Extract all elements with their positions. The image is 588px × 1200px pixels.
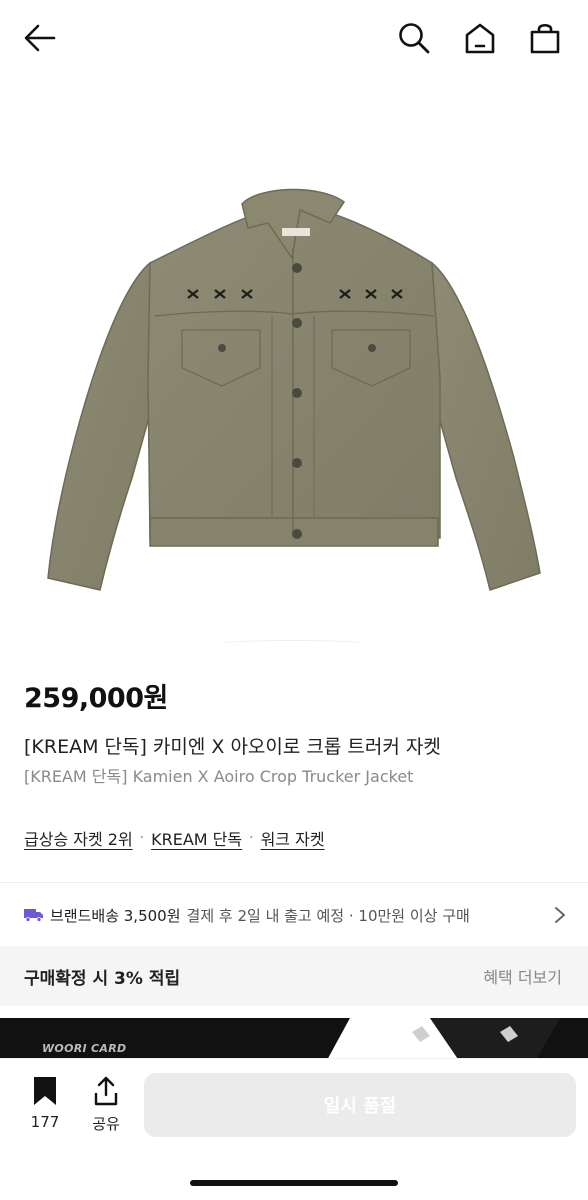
truck-icon (24, 909, 43, 922)
share-label: 공유 (92, 1115, 120, 1133)
tag-separator: · (139, 830, 145, 846)
search-button[interactable] (396, 20, 432, 56)
reward-label: 구매확정 시 3% 적립 (24, 968, 181, 989)
card-brand-label: WOORI CARD (42, 1042, 127, 1055)
product-tags: 급상승 자켓 2위 · KREAM 단독 · 워크 자켓 (24, 826, 325, 850)
back-button[interactable] (22, 20, 58, 56)
more-benefits-link[interactable]: 혜택 더보기 (483, 964, 562, 988)
product-price: 259,000원 (24, 683, 168, 714)
bookmark-count: 177 (30, 1113, 60, 1131)
bookmark-icon (34, 1077, 56, 1105)
section-divider (0, 882, 588, 883)
shopping-bag-icon (530, 23, 560, 54)
card-banner-art (326, 1018, 560, 1062)
tag-link[interactable]: 워크 자켓 (261, 826, 325, 850)
chevron-right-icon (555, 907, 565, 923)
home-icon (465, 23, 495, 54)
sold-out-button[interactable]: 일시 품절 (144, 1073, 576, 1137)
product-image[interactable] (0, 78, 588, 648)
tag-separator: · (249, 830, 254, 846)
shipping-detail: 결제 후 2일 내 출고 예정 · 10만원 이상 구매 (186, 906, 470, 925)
image-pager-indicator (218, 640, 368, 648)
home-indicator (190, 1180, 398, 1186)
tag-link[interactable]: KREAM 단독 (151, 826, 242, 850)
search-icon (399, 23, 430, 54)
share-button[interactable]: 공유 (86, 1075, 126, 1134)
bottom-action-bar: 177 공유 일시 품절 (0, 1058, 588, 1200)
product-title-english: [KREAM 단독] Kamien X Aoiro Crop Trucker J… (24, 767, 414, 786)
share-icon (94, 1076, 118, 1106)
purchase-reward-row: 구매확정 시 3% 적립 혜택 더보기 (0, 946, 588, 1006)
jacket-illustration (47, 188, 541, 591)
home-button[interactable] (462, 20, 498, 56)
shipping-fee: 브랜드배송 3,500원 (50, 906, 181, 925)
bookmark-button[interactable]: 177 (24, 1075, 66, 1131)
product-title-korean: [KREAM 단독] 카미엔 X 아오이로 크롭 트러커 자켓 (24, 736, 441, 758)
shop-button[interactable] (527, 20, 563, 56)
shipping-info-row[interactable]: 브랜드배송 3,500원 결제 후 2일 내 출고 예정 · 10만원 이상 구… (0, 884, 588, 946)
card-promo-banner[interactable]: WOORI CARD (0, 1018, 588, 1062)
tag-link[interactable]: 급상승 자켓 2위 (24, 826, 133, 850)
top-navigation-bar (0, 0, 588, 78)
arrow-left-icon (24, 24, 56, 52)
